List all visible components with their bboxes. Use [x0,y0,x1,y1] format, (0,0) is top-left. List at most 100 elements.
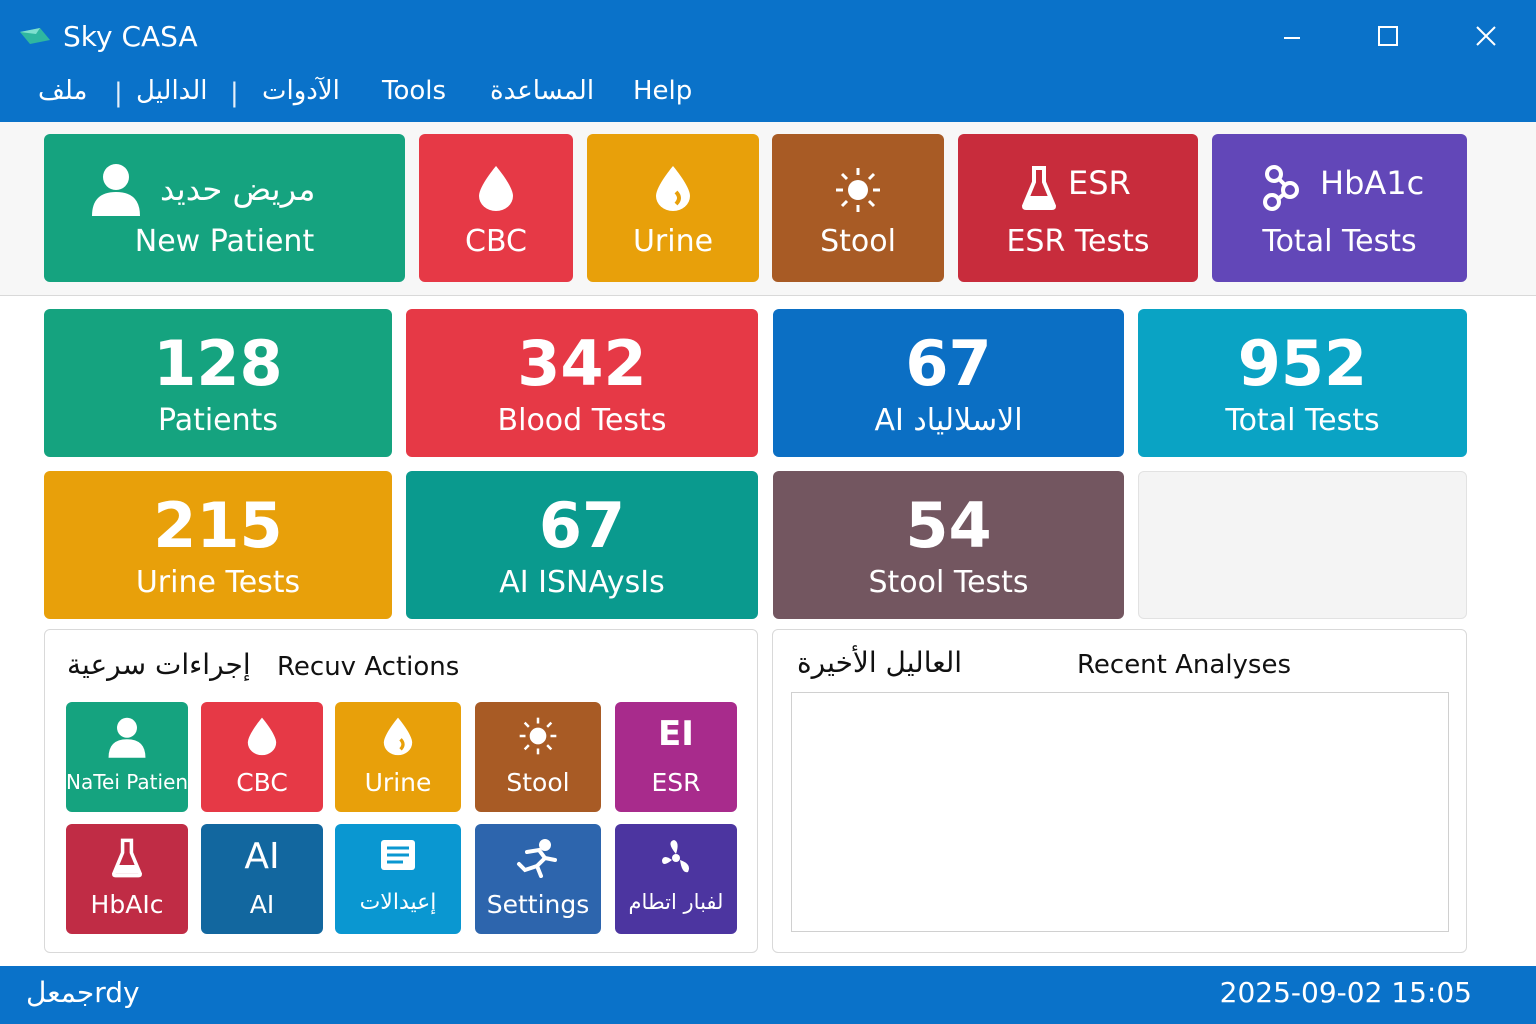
new-patient-label-ar: مريض حديد [160,170,316,208]
recent-analyses-panel: العاليل الأخيرة Recent Analyses [772,629,1467,953]
qa-system-button[interactable]: لفبار اتطام [615,824,737,934]
stat-value: 342 [517,327,647,400]
esr-label: ESR Tests [1006,224,1150,259]
cbc-button[interactable]: CBC [419,134,573,282]
qa-label: إعيدالات [359,890,437,915]
urine-drop-icon [383,717,413,756]
stat-card-patients[interactable]: 128 Patients [44,309,392,457]
stat-card-ai-analysis-2[interactable]: 67 AI ISNAysIs [406,471,758,619]
status-datetime: 2025-09-02 15:05 [1219,976,1472,1009]
runner-icon [517,839,557,878]
stat-card-urine-tests[interactable]: 215 Urine Tests [44,471,392,619]
stat-card-stool-tests[interactable]: 54 Stool Tests [773,471,1124,619]
recent-analyses-title-ar: العاليل الأخيرة [797,646,963,679]
qa-label: لفبار اتطام [628,890,724,914]
stool-label: Stool [820,224,896,259]
stat-label: AI ISNAysIs [499,565,665,600]
stat-label: Stool Tests [868,565,1029,600]
close-button[interactable] [1458,14,1514,58]
qa-label: Urine [364,768,432,797]
recent-analyses-title: Recent Analyses [1077,650,1292,680]
minimize-icon [1284,37,1300,39]
urine-drop-icon [656,166,690,211]
cbc-label: CBC [465,224,527,259]
qa-urine-button[interactable]: Urine [335,702,461,812]
stat-value: 54 [905,489,992,562]
qa-hba1c-button[interactable]: HbAIc [66,824,188,934]
recent-analyses-list[interactable] [791,692,1449,932]
urine-button[interactable]: Urine [587,134,759,282]
stat-value: 67 [905,327,992,400]
maximize-button[interactable] [1360,14,1416,58]
qa-settings-button[interactable]: Settings [475,824,601,934]
app-logo-icon [20,28,50,44]
urine-label: Urine [632,224,714,259]
qa-cbc-button[interactable]: CBC [201,702,323,812]
flask-icon [1022,166,1056,210]
new-patient-label: New Patient [134,224,315,259]
toolbar: مريض حديد New Patient CBC Urine Stool ES… [0,122,1536,296]
stat-card-total-tests[interactable]: 952 Total Tests [1138,309,1467,457]
qa-label: Stool [506,768,570,797]
document-icon [381,840,415,870]
qa-stool-button[interactable]: Stool [475,702,601,812]
quick-actions-panel: إجراءات سرعية Recuv Actions NaTei Patien… [44,629,758,953]
user-icon [108,717,146,758]
stat-label: Total Tests [1225,403,1380,438]
user-icon [92,164,140,216]
stat-card-empty [1138,471,1467,619]
esr-icon: EI [658,714,694,754]
stool-button[interactable]: Stool [772,134,944,282]
menu-help-ar[interactable]: المساعدة [490,76,594,106]
menu-separator: | [230,78,239,108]
qa-esr-button[interactable]: EI ESR [615,702,737,812]
stat-label: Urine Tests [135,565,301,600]
esr-button[interactable]: ESR ESR Tests [958,134,1198,282]
molecule-icon [1263,165,1299,211]
menu-tools-ar[interactable]: الآدوات [262,76,340,106]
stat-card-blood-tests[interactable]: 342 Blood Tests [406,309,758,457]
sun-icon [836,168,880,212]
qa-label: HbAIc [90,890,164,919]
stat-value: 128 [153,327,283,400]
blood-drop-icon [247,717,277,756]
fan-icon [662,840,689,873]
qa-ai-button[interactable]: AI AI [201,824,323,934]
title-bar: Sky CASA [0,0,1536,72]
hba1c-button[interactable]: HbA1c Total Tests [1212,134,1467,282]
qa-new-patient-button[interactable]: NaTei Patient [66,702,196,812]
quick-actions-title-ar: إجراءات سرعية [67,648,251,681]
menu-help[interactable]: Help [633,76,692,106]
esr-label-top: ESR [1068,164,1131,202]
maximize-icon [1378,26,1398,46]
hba1c-label-top: HbA1c [1320,164,1425,202]
qa-label: CBC [236,768,288,797]
hba1c-label: Total Tests [1262,224,1417,259]
close-icon [1476,26,1496,46]
minimize-button[interactable] [1264,14,1320,58]
blood-drop-icon [479,166,513,211]
stat-card-ai-analysis[interactable]: 67 AI الاسلالياد [773,309,1124,457]
new-patient-button[interactable]: مريض حديد New Patient [44,134,405,282]
qa-label: Settings [486,890,590,919]
qa-settings-ar-button[interactable]: إعيدالات [335,824,461,934]
qa-label: NaTei Patient [66,770,196,794]
qa-label: ESR [651,768,701,797]
app-title: Sky CASA [63,20,198,53]
stat-label: Patients [157,403,279,438]
stat-value: 952 [1237,327,1368,400]
stat-value: 215 [153,489,283,562]
ai-icon: AI [244,836,280,877]
menu-tools[interactable]: Tools [382,76,446,106]
stat-label: AI الاسلالياد [874,403,1023,438]
sun-icon [519,717,557,755]
qa-label: AI [249,890,275,919]
stat-value: 67 [538,489,626,562]
status-bar: جمعلrdy 2025-09-02 15:05 [0,966,1536,1024]
quick-actions-title: Recuv Actions [277,652,460,682]
status-text: جمعلrdy [26,976,140,1009]
menu-file[interactable]: ملف [38,76,87,106]
stat-label: Blood Tests [497,403,667,438]
flask-icon [112,838,142,878]
menu-guide[interactable]: الداليل [136,76,207,106]
